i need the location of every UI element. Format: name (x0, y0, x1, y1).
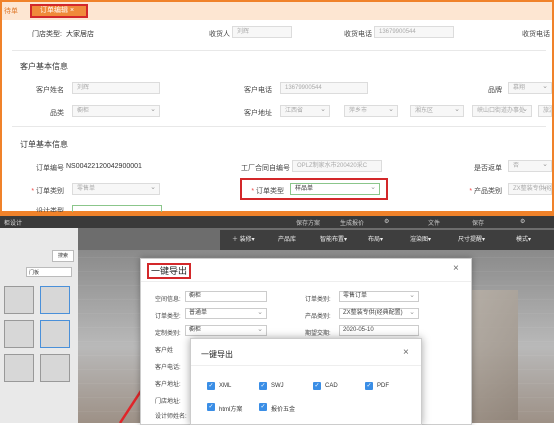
cad-label: CAD (325, 383, 338, 389)
pdf-checkbox[interactable]: ✓ (365, 382, 373, 390)
close-icon[interactable]: × (453, 263, 459, 274)
divider (191, 365, 421, 366)
customer-phone-label: 客户电话: (155, 365, 181, 371)
designer-name-label: 设计师姓名: (155, 414, 187, 420)
pdf-label: PDF (377, 383, 389, 389)
space-info-label: 空间信息: (155, 297, 181, 303)
xml-label: XML (219, 383, 232, 389)
quote-hardware-checkbox[interactable]: ✓ (259, 403, 267, 411)
swj-checkbox[interactable]: ✓ (259, 382, 267, 390)
expected-date-label: 期望交期: (305, 331, 331, 337)
customer-name-label: 客户姓 (155, 348, 174, 354)
product-category-select[interactable]: ZX整装专供(经典配置) (339, 308, 419, 319)
html-scheme-checkbox[interactable]: ✓ (207, 403, 215, 411)
custom-category-label: 定制类别: (155, 331, 181, 337)
custom-category-select[interactable]: 橱柜 (185, 325, 267, 336)
divider (141, 281, 471, 282)
order-type-label: 订单类型: (155, 314, 181, 320)
close-icon[interactable]: × (403, 347, 409, 358)
export-options-title: 一键导出 (201, 350, 233, 359)
swj-label: SWJ (271, 383, 284, 389)
quote-hardware-label: 报价五金 (271, 407, 296, 413)
space-info-input[interactable]: 橱柜 (185, 291, 267, 302)
expected-date-input[interactable]: 2020-05-10 (339, 325, 419, 336)
customer-address-label: 客户地址: (155, 382, 181, 388)
export-dialog-title: 一键导出 (147, 263, 191, 279)
store-address-label: 门店地址: (155, 399, 181, 405)
cad-checkbox[interactable]: ✓ (313, 382, 321, 390)
product-category-label: 产品类别: (305, 314, 331, 320)
export-options-dialog: 一键导出 × ✓ XML ✓ SWJ ✓ CAD ✓ PDF ✓ html方案 … (190, 338, 422, 425)
order-category-select[interactable]: 零售订单 (339, 291, 419, 302)
order-category-label: 订单类别: (305, 297, 331, 303)
order-type-select[interactable]: 普通单 (185, 308, 267, 319)
html-scheme-label: html方案 (219, 407, 243, 413)
xml-checkbox[interactable]: ✓ (207, 382, 215, 390)
